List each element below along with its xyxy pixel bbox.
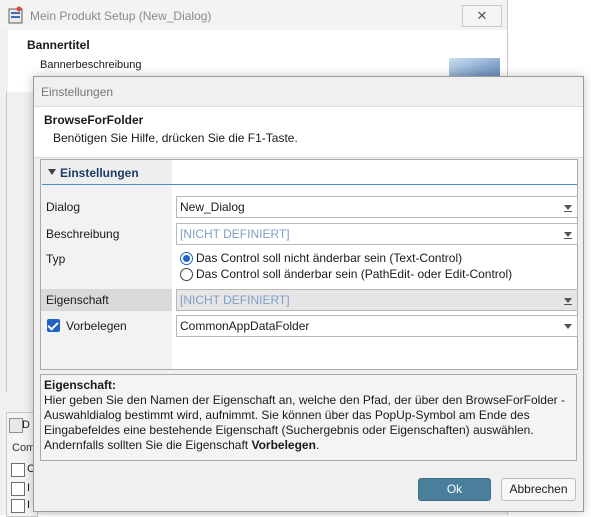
background-checkbox-1[interactable] xyxy=(11,463,25,477)
category-row-value xyxy=(172,160,577,185)
dialog-combo[interactable]: New_Dialog xyxy=(176,196,578,218)
property-combo[interactable]: [NICHT DEFINIERT] xyxy=(176,289,578,311)
background-close-button[interactable]: ✕ xyxy=(462,5,502,27)
cancel-button[interactable]: Abbrechen xyxy=(501,478,576,501)
background-checkbox-3[interactable] xyxy=(11,499,25,513)
dropdown-arrow-icon[interactable] xyxy=(564,232,572,239)
help-text-end: . xyxy=(315,438,320,452)
dialog-label: Dialog xyxy=(46,200,81,214)
property-label: Eigenschaft xyxy=(46,293,109,307)
dialog-header: BrowseForFolder Benötigen Sie Hilfe, drü… xyxy=(34,106,583,158)
header-title: BrowseForFolder xyxy=(44,113,144,127)
help-text-bold: Vorbelegen xyxy=(251,438,316,452)
dialog-combo-value: New_Dialog xyxy=(180,200,245,214)
ok-button[interactable]: Ok xyxy=(418,478,491,501)
help-panel: Eigenschaft: Hier geben Sie den Namen de… xyxy=(40,374,577,461)
type-radio-readonly-label[interactable]: Das Control soll nicht änderbar sein (Te… xyxy=(196,251,462,265)
collapse-triangle-icon[interactable] xyxy=(48,169,56,175)
type-radio-readonly[interactable] xyxy=(180,252,193,265)
category-row[interactable]: Einstellungen xyxy=(41,160,172,185)
type-label: Typ xyxy=(46,252,66,266)
preset-combo[interactable]: CommonAppDataFolder xyxy=(176,315,578,337)
background-left-frame xyxy=(6,92,35,392)
help-title: Eigenschaft: xyxy=(44,378,117,392)
dialog-title: Einstellungen xyxy=(41,85,114,99)
dropdown-arrow-icon[interactable] xyxy=(564,298,572,305)
background-tab[interactable]: D xyxy=(6,414,34,436)
setup-app-icon xyxy=(8,6,23,24)
document-icon xyxy=(9,418,23,433)
dialog-titlebar: Einstellungen xyxy=(34,77,583,106)
banner-description: Bannerbeschreibung xyxy=(40,59,142,71)
background-checkbox-label-2: I xyxy=(27,482,31,494)
banner-title: Bannertitel xyxy=(27,38,90,52)
preset-combo-value: CommonAppDataFolder xyxy=(180,319,310,333)
type-radio-editable[interactable] xyxy=(180,268,193,281)
dropdown-arrow-icon[interactable] xyxy=(564,205,572,212)
background-window-title: Mein Produkt Setup (New_Dialog) xyxy=(30,9,212,23)
description-combo-value: [NICHT DEFINIERT] xyxy=(180,227,290,241)
type-radio-editable-label[interactable]: Das Control soll änderbar sein (PathEdit… xyxy=(196,267,512,281)
description-combo[interactable]: [NICHT DEFINIERT] xyxy=(176,223,578,245)
description-label: Beschreibung xyxy=(46,227,120,241)
background-checkbox-label-3: I xyxy=(27,499,31,511)
settings-dialog: Einstellungen BrowseForFolder Benötigen … xyxy=(33,76,584,512)
header-subtitle: Benötigen Sie Hilfe, drücken Sie die F1-… xyxy=(53,131,298,145)
property-grid: Einstellungen Dialog New_Dialog Beschrei… xyxy=(40,159,578,370)
dropdown-arrow-icon[interactable] xyxy=(564,324,572,329)
background-checkbox-2[interactable] xyxy=(11,482,25,496)
background-tab-label: D xyxy=(22,419,30,431)
background-titlebar: Mein Produkt Setup (New_Dialog) ✕ xyxy=(0,0,507,30)
preset-label: Vorbelegen xyxy=(66,319,127,333)
category-label: Einstellungen xyxy=(60,166,139,180)
property-combo-value: [NICHT DEFINIERT] xyxy=(180,293,290,307)
help-text: Hier geben Sie den Namen der Eigenschaft… xyxy=(44,393,573,453)
preset-checkbox[interactable] xyxy=(47,319,60,332)
